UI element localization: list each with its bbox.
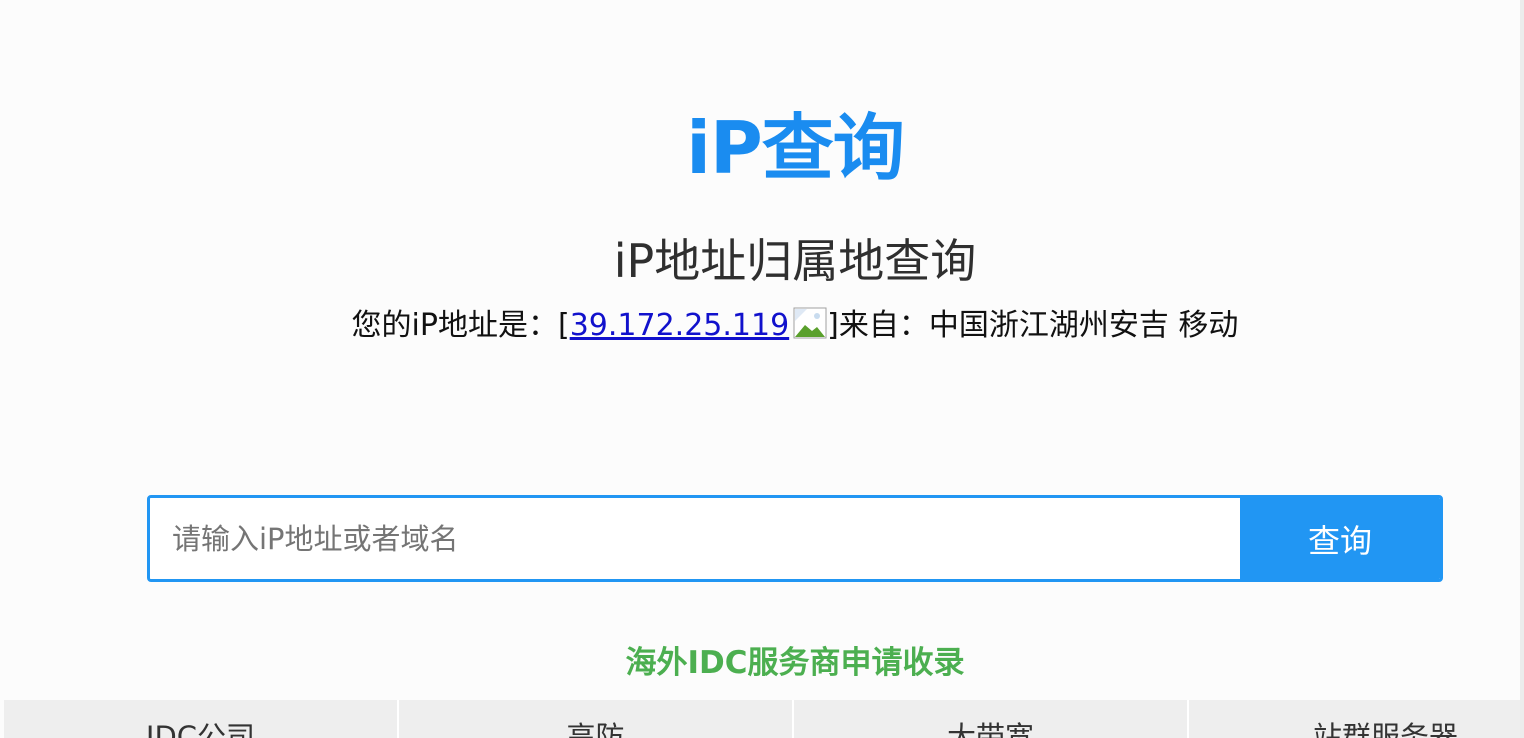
ip-search-input[interactable] <box>150 498 1240 579</box>
idc-column-company[interactable]: IDC公司 <box>4 700 399 738</box>
idc-table-header: IDC公司 高防 大带宽 站群服务器 <box>4 700 1524 738</box>
idc-column-ddos[interactable]: 高防 <box>399 700 794 738</box>
site-logo[interactable]: iP查询 <box>0 104 1524 192</box>
idc-apply-link[interactable]: 海外IDC服务商申请收录 <box>0 640 1524 686</box>
page-title: iP地址归属地查询 <box>613 234 977 288</box>
current-ip-link[interactable]: 39.172.25.119 <box>570 308 789 343</box>
broken-image-icon <box>793 307 827 339</box>
search-button[interactable]: 查询 <box>1240 498 1440 579</box>
bracket-close: ] <box>827 308 839 343</box>
page: iP查询 iP地址归属地查询 您的iP地址是：[39.172.25.119]来自… <box>0 0 1524 738</box>
ip-location: 中国浙江湖州安吉 移动 <box>928 308 1239 343</box>
ip-prefix-label: 您的iP地址是：[ <box>351 308 570 343</box>
page-scrollbar[interactable] <box>1520 0 1524 738</box>
ip-search-form: 查询 <box>147 495 1443 582</box>
current-ip-line: 您的iP地址是：[39.172.25.119]来自：中国浙江湖州安吉 移动 <box>0 305 1524 347</box>
idc-column-bandwidth[interactable]: 大带宽 <box>794 700 1189 738</box>
from-label: 来自： <box>838 308 929 343</box>
idc-column-station-group[interactable]: 站群服务器 <box>1189 700 1524 738</box>
